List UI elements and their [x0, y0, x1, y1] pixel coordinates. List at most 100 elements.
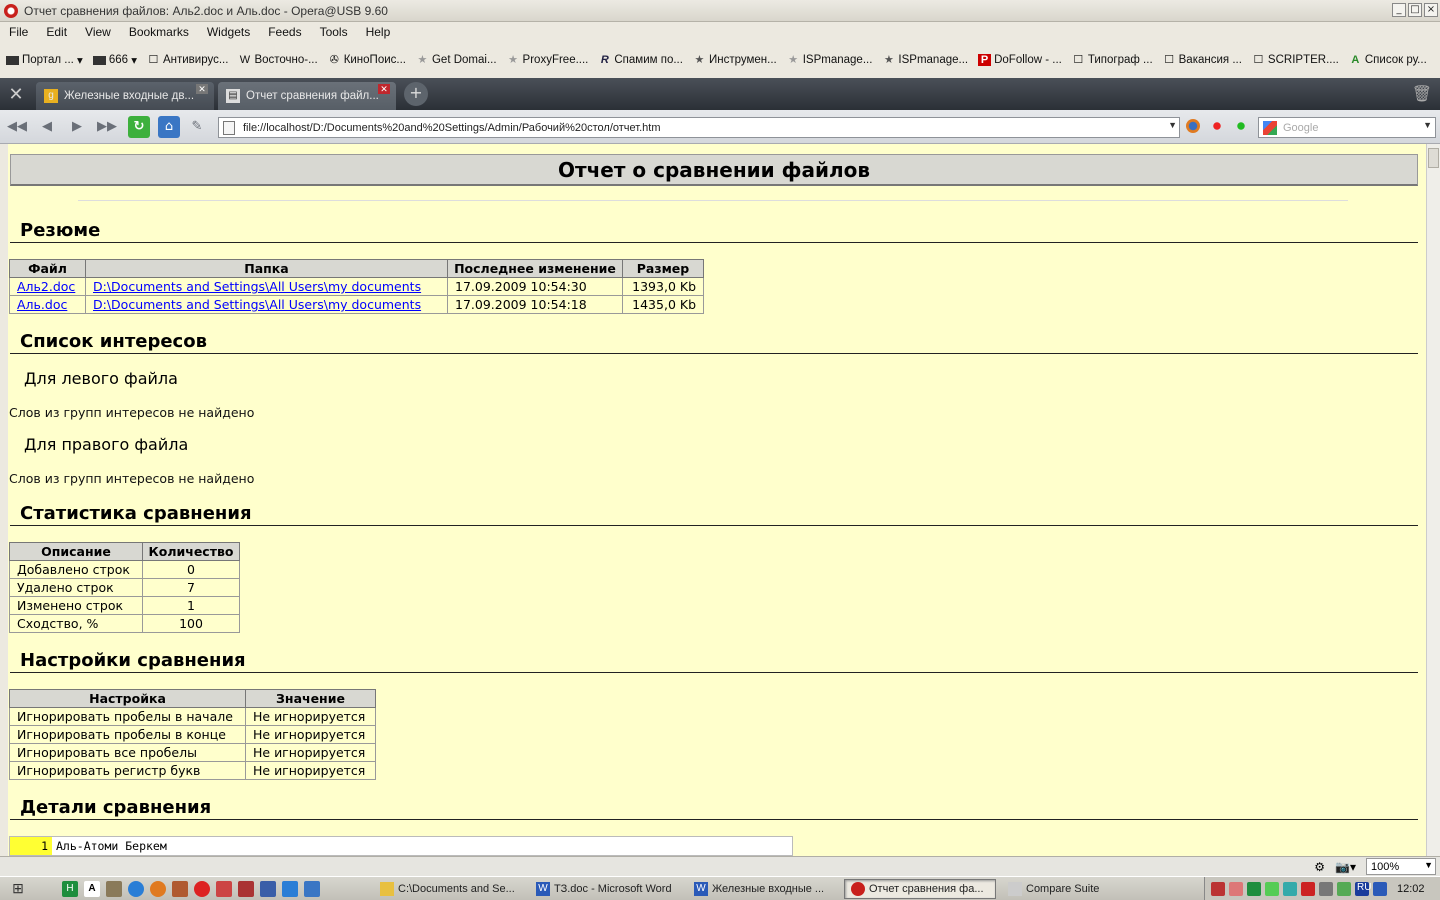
column-header: Файл: [9, 259, 86, 278]
table-cell[interactable]: D:\Documents and Settings\All Users\my d…: [85, 277, 448, 296]
close-button[interactable]: ×: [1424, 3, 1438, 17]
bookmark-item[interactable]: ★ Get Domai...: [416, 54, 497, 66]
bookmark-item[interactable]: R Спамим по...: [598, 54, 683, 66]
edit-icon[interactable]: ✎: [184, 114, 210, 140]
menu-feeds[interactable]: Feeds: [259, 25, 310, 39]
app-icon[interactable]: [194, 880, 210, 897]
reload-icon[interactable]: ↻: [128, 115, 150, 138]
folder-icon: [6, 55, 19, 65]
app-icon[interactable]: [304, 880, 320, 897]
table-row: Аль.doc D:\Documents and Settings\All Us…: [9, 295, 704, 314]
tab-close-icon[interactable]: ✕: [196, 84, 208, 94]
menu-bookmarks[interactable]: Bookmarks: [120, 25, 198, 39]
bookmark-item[interactable]: ☐ SCRIPTER....: [1252, 54, 1338, 66]
task-explorer[interactable]: C:\Documents and Se...: [374, 879, 524, 899]
app-icon[interactable]: [238, 880, 254, 897]
task-word-doors[interactable]: W Железные входные ...: [688, 879, 838, 899]
start-button[interactable]: ⊞: [0, 878, 36, 900]
menu-edit[interactable]: Edit: [37, 25, 76, 39]
tray-icon[interactable]: [1319, 882, 1333, 896]
navigation-bar: ◀◀ ◀ ▶ ▶▶ ↻ ⌂ ✎ file://localhost/D:/Docu…: [0, 110, 1440, 144]
app-icon[interactable]: A: [84, 880, 100, 897]
app-icon[interactable]: [216, 880, 232, 897]
bookmark-item[interactable]: W Восточно-...: [238, 54, 318, 66]
app-icon[interactable]: [172, 880, 188, 897]
bookmark-item[interactable]: ★ ISPmanage...: [787, 54, 872, 66]
bookmark-item[interactable]: ★ ISPmanage...: [882, 54, 968, 66]
bookmark-item[interactable]: ★ Инструмен...: [693, 54, 777, 66]
task-word-tz[interactable]: W ТЗ.doc - Microsoft Word: [530, 879, 682, 899]
app-icon[interactable]: [150, 880, 166, 897]
search-field[interactable]: Google ▼: [1258, 117, 1436, 138]
tray-icon[interactable]: [1265, 882, 1279, 896]
address-dropdown-icon[interactable]: ▼: [1168, 120, 1177, 130]
firefox-icon[interactable]: [1186, 119, 1200, 133]
language-indicator[interactable]: RU: [1355, 882, 1371, 896]
bookmark-item[interactable]: Портал ... ▾: [6, 53, 83, 67]
status-bar: ⚙ 📷▾ 100% ▼: [0, 856, 1440, 876]
tray-icon[interactable]: [1283, 882, 1297, 896]
tray-icon[interactable]: [1301, 882, 1315, 896]
table-cell[interactable]: Аль2.doc: [9, 277, 86, 296]
zoom-select[interactable]: 100% ▼: [1366, 858, 1436, 875]
search-dropdown-icon[interactable]: ▼: [1423, 120, 1432, 130]
tray-icon[interactable]: [1211, 882, 1225, 896]
window-titlebar: Отчет сравнения файлов: Аль2.doc и Аль.d…: [0, 0, 1440, 22]
menu-widgets[interactable]: Widgets: [198, 25, 259, 39]
task-opera[interactable]: Отчет сравнения фа...: [844, 878, 996, 899]
app-icon[interactable]: H: [62, 880, 78, 897]
tab-doors[interactable]: g Железные входные дв... ✕: [36, 82, 214, 110]
trash-icon[interactable]: 🗑: [1412, 84, 1432, 103]
new-tab-button[interactable]: +: [404, 82, 428, 106]
app-icon[interactable]: [128, 880, 144, 897]
task-compare-suite[interactable]: Compare Suite: [1002, 879, 1122, 899]
menu-view[interactable]: View: [76, 25, 120, 39]
menu-tools[interactable]: Tools: [311, 25, 357, 39]
tray-icon[interactable]: [1229, 882, 1243, 896]
app-icon[interactable]: [106, 880, 122, 897]
scrollbar-thumb[interactable]: [1428, 148, 1439, 168]
bookmark-item[interactable]: 666 ▾: [92, 53, 137, 67]
tray-icon[interactable]: [1337, 882, 1351, 896]
tab-report[interactable]: ▤ Отчет сравнения файл... ✕: [218, 82, 396, 110]
back-icon[interactable]: ◀: [34, 114, 60, 140]
word-icon: W: [694, 881, 708, 896]
file-link[interactable]: Аль2.doc: [17, 279, 75, 294]
bookmark-item[interactable]: ☐ Вакансия ...: [1163, 54, 1242, 66]
wikipedia-icon: W: [239, 54, 251, 66]
address-field[interactable]: file://localhost/D:/Documents%20and%20Se…: [218, 117, 1180, 138]
fast-forward-icon[interactable]: ▶▶: [94, 114, 120, 140]
menu-file[interactable]: File: [0, 25, 37, 39]
file-link[interactable]: Аль.doc: [17, 297, 67, 312]
tab-close-icon[interactable]: ✕: [378, 84, 390, 94]
folder-link[interactable]: D:\Documents and Settings\All Users\my d…: [93, 297, 421, 312]
presentation-icon[interactable]: ⚙: [1314, 860, 1325, 874]
panel-toggle-icon[interactable]: ✕: [0, 78, 32, 110]
green-dot-icon[interactable]: [1234, 119, 1248, 133]
bookmark-item[interactable]: ☐ Антивирус...: [147, 54, 229, 66]
zoom-dropdown-icon[interactable]: ▼: [1424, 860, 1433, 870]
bookmark-item[interactable]: ✇ КиноПоис...: [328, 54, 406, 66]
table-cell: Не игнорируется: [245, 707, 376, 726]
rewind-icon[interactable]: ◀◀: [4, 114, 30, 140]
home-icon[interactable]: ⌂: [158, 115, 180, 138]
forward-icon[interactable]: ▶: [64, 114, 90, 140]
camera-icon[interactable]: 📷▾: [1335, 860, 1356, 874]
table-cell[interactable]: Аль.doc: [9, 295, 86, 314]
bookmark-item[interactable]: ☐ Типограф ...: [1072, 54, 1152, 66]
table-row: Изменено строк 1: [9, 596, 240, 615]
table-cell[interactable]: D:\Documents and Settings\All Users\my d…: [85, 295, 448, 314]
tray-icon[interactable]: [1247, 882, 1261, 896]
bookmark-item[interactable]: A Список ру...: [1349, 54, 1426, 66]
folder-link[interactable]: D:\Documents and Settings\All Users\my d…: [93, 279, 421, 294]
red-dot-icon[interactable]: [1210, 119, 1224, 133]
menu-help[interactable]: Help: [357, 25, 400, 39]
bookmark-item[interactable]: ★ ProxyFree....: [507, 54, 588, 66]
maximize-button[interactable]: □: [1408, 3, 1422, 17]
app-icon[interactable]: [282, 880, 298, 897]
app-icon[interactable]: [260, 880, 276, 897]
minimize-button[interactable]: _: [1392, 3, 1406, 17]
vertical-scrollbar[interactable]: [1426, 144, 1440, 856]
bookmark-item[interactable]: P DoFollow - ...: [978, 54, 1062, 66]
tray-icon[interactable]: [1373, 882, 1387, 896]
